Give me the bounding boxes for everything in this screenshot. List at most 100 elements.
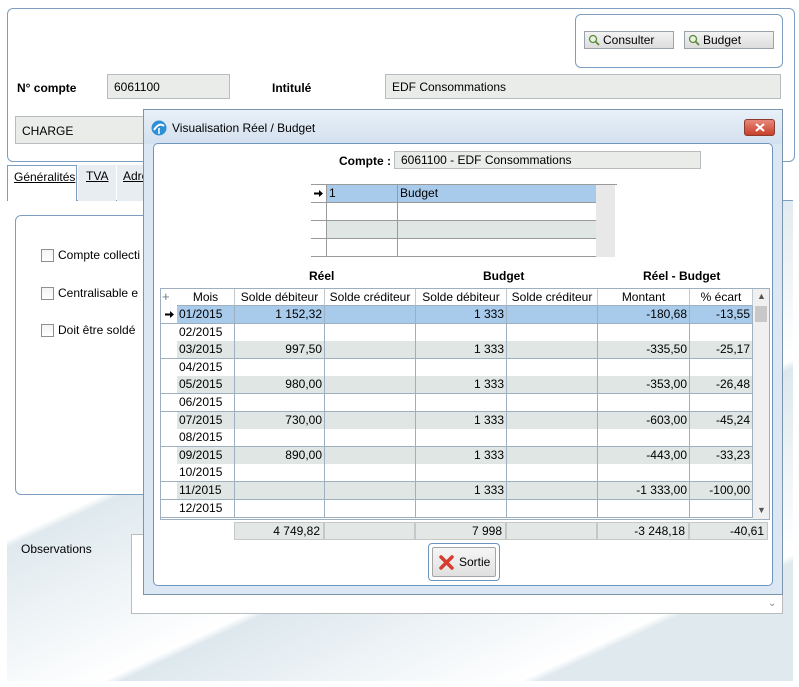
cell-pct [690,499,753,518]
centralisable-label: Centralisable e [58,286,139,300]
doit-etre-solde-checkbox[interactable] [41,324,54,337]
cell-mois: 01/2015 [177,306,235,324]
cell-mois: 11/2015 [177,482,235,500]
cell-budget-credit [507,306,598,324]
cell-montant: -335,50 [598,341,690,360]
row-indicator [161,429,177,448]
column-header-mois[interactable]: Mois [177,289,235,306]
scroll-thumb[interactable] [755,306,767,322]
tab-generalites-label: Généralités [14,170,76,184]
table-row[interactable]: 06/2015 [161,394,753,412]
table-row[interactable]: 10/2015 [161,464,753,483]
row-indicator [161,482,177,500]
budget-list-num [327,203,398,220]
table-row[interactable]: 07/2015 730,00 1 333 -603,00 -45,24 [161,411,753,430]
column-header-reel-credit[interactable]: Solde créditeur [325,289,416,306]
cell-budget-credit [507,358,598,377]
group-reel: Réel [309,269,335,283]
budget-list-scroll-area [596,185,615,257]
category-field[interactable]: CHARGE [15,116,150,144]
cell-pct [690,429,753,448]
table-row[interactable]: 03/2015 997,50 1 333 -335,50 -25,17 [161,341,753,360]
sortie-button[interactable]: Sortie [432,547,496,577]
compte-field[interactable]: 6061100 - EDF Consommations [394,151,701,169]
table-row[interactable]: 02/2015 [161,323,753,342]
cell-reel-debit: 1 152,32 [235,306,325,324]
budget-list-row[interactable] [311,203,596,221]
dialog-title: Visualisation Réel / Budget [172,121,316,135]
cell-pct: -25,17 [690,341,753,360]
magnifier-icon [588,34,600,46]
observations-scroll-icon[interactable]: ⌄ [768,598,776,609]
table-row[interactable]: 01/2015 1 152,32 1 333 -180,68 -13,55 [161,306,753,324]
cell-reel-debit [235,499,325,518]
table-row[interactable]: 05/2015 980,00 1 333 -353,00 -26,48 [161,376,753,395]
consulter-button[interactable]: Consulter [584,31,674,49]
tab-tva-label: TVA [86,169,109,183]
budget-label: Budget [703,33,742,47]
account-number-label: N° compte [17,81,77,95]
budget-list-num [327,221,398,238]
compte-collectif-checkbox[interactable] [41,249,54,262]
table-row[interactable]: 04/2015 [161,358,753,377]
cell-montant [598,464,690,483]
cell-reel-credit [325,323,416,342]
compte-label: Compte : [339,154,391,168]
row-indicator [161,464,177,483]
cell-pct: -100,00 [690,482,753,500]
row-arrow-icon [311,185,327,202]
sortie-label: Sortie [459,555,491,569]
cell-budget-debit: 1 333 [416,376,507,395]
dialog-body: Compte : 6061100 - EDF Consommations 1 Bu… [153,143,773,586]
dialog-title-bar[interactable]: Visualisation Réel / Budget [144,110,782,144]
column-header-reel-debit[interactable]: Solde débiteur [235,289,325,306]
add-row-icon[interactable]: + [162,289,176,306]
row-indicator [161,446,177,465]
cell-montant: -180,68 [598,306,690,324]
cell-montant: -1 333,00 [598,482,690,500]
column-header-pct[interactable]: % écart [690,289,753,306]
centralisable-checkbox[interactable] [41,287,54,300]
budget-list[interactable]: 1 Budget [311,184,617,258]
column-header-budget-debit[interactable]: Solde débiteur [416,289,507,306]
table-row[interactable]: 11/2015 1 333 -1 333,00 -100,00 [161,482,753,500]
cancel-x-icon [439,555,454,570]
budget-list-row[interactable] [311,221,596,239]
cell-pct: -26,48 [690,376,753,395]
cell-budget-credit [507,446,598,465]
scroll-down-icon[interactable]: ▼ [757,505,766,515]
budget-list-row[interactable] [311,239,596,257]
cell-montant: -353,00 [598,376,690,395]
magnifier-icon [688,34,700,46]
budget-list-num [327,239,398,256]
budget-button[interactable]: Budget [684,31,774,49]
cell-reel-debit: 890,00 [235,446,325,465]
budget-list-row[interactable]: 1 Budget [311,185,596,203]
cell-budget-credit [507,411,598,430]
total-reel-credit [324,522,415,540]
intitule-field[interactable]: EDF Consommations [385,74,781,99]
cell-pct [690,358,753,377]
tab-generalites[interactable]: Généralités [7,165,77,201]
table-row[interactable]: 08/2015 [161,429,753,448]
cell-budget-credit [507,464,598,483]
cell-reel-credit [325,306,416,324]
cell-budget-credit [507,394,598,412]
account-number-field[interactable]: 6061100 [107,74,230,99]
table-row[interactable]: 12/2015 [161,499,753,518]
cell-mois: 12/2015 [177,499,235,518]
column-header-budget-credit[interactable]: Solde créditeur [507,289,598,306]
close-button[interactable] [744,119,775,136]
scroll-up-icon[interactable]: ▲ [757,291,766,301]
table-row[interactable]: 09/2015 890,00 1 333 -443,00 -33,23 [161,446,753,465]
data-grid[interactable]: + Mois Solde débiteur Solde créditeur Solde … [160,288,770,520]
grid-scrollbar[interactable]: ▲ ▼ [753,289,769,519]
row-indicator [161,499,177,518]
cell-reel-debit: 997,50 [235,341,325,360]
tab-tva[interactable]: TVA [78,165,116,201]
app-logo-icon [151,120,167,136]
column-header-montant[interactable]: Montant [598,289,690,306]
compte-collectif-label: Compte collecti [58,248,141,262]
row-indicator [311,203,327,220]
cell-budget-debit [416,464,507,483]
